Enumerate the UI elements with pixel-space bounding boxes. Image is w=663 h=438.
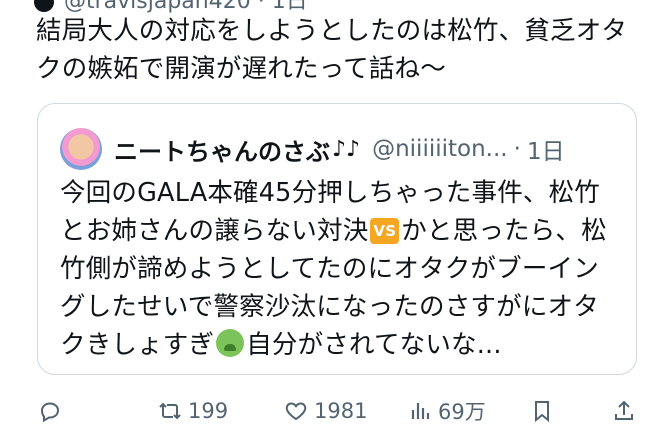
action-bar: 199 1981 69万 [36,392,648,430]
music-notes-icon: ♪♪ [332,136,361,162]
quote-text: 今回のGALA本確45分押しちゃった事件、松竹とお姉さんの譲らない対決 VS かと思… [60,174,620,364]
retweet-count: 199 [188,399,229,423]
quote-author-name[interactable]: ニートちゃんのさぶ [114,132,330,167]
bookmark-icon [535,401,549,423]
views-icon [411,403,430,419]
separator-dot: · [513,136,521,162]
quote-tweet-card[interactable]: ニートちゃんのさぶ ♪♪ @niiiiiiton... · 1日 今回のGALA… [37,103,637,375]
reply-button[interactable] [38,392,68,430]
like-button[interactable]: 1981 [284,392,367,430]
vs-badge-icon: VS [370,218,400,244]
share-button[interactable] [612,392,636,430]
quote-avatar[interactable] [60,128,102,170]
retweet-icon [159,402,181,420]
views-button[interactable]: 69万 [408,392,486,430]
like-count: 1981 [314,399,368,423]
reply-icon [40,402,60,423]
share-icon [615,400,633,420]
quote-text-part3: 自分がされてないな... [246,330,502,360]
tweet-text: 結局大人の対応をしようとしたのは松竹、貧乏オタクの嫉妬で開演が遅れたって話ね〜 [36,16,628,84]
heart-icon [285,402,307,421]
quote-timestamp[interactable]: 1日 [527,132,565,166]
quote-header: ニートちゃんのさぶ ♪♪ @niiiiiiton... · 1日 [60,126,626,172]
quote-author-handle[interactable]: @niiiiiiton... [372,136,508,162]
tweet: @travisjapan420 · 1日 結局大人の対応をしようとしたのは松竹、… [0,0,663,438]
nauseated-face-icon [216,329,245,357]
retweet-button[interactable]: 199 [158,392,228,430]
bookmark-button[interactable] [530,392,554,430]
views-count: 69万 [438,400,486,424]
avatar[interactable] [34,0,54,12]
